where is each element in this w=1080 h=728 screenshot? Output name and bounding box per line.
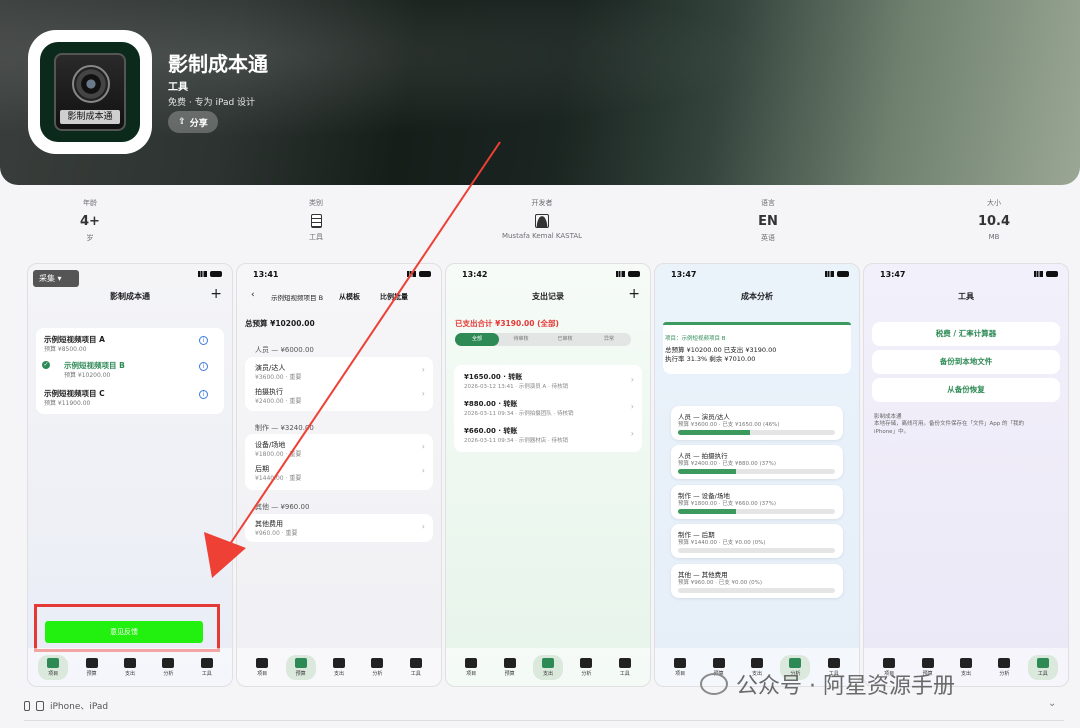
app-icon-text: 影制成本通 [60,110,120,124]
app-title: 影制成本通 [168,52,268,76]
tablet-icon [36,700,44,711]
wechat-icon [700,673,728,695]
share-button[interactable]: ⇪ 分享 [168,111,218,133]
divider [24,720,1064,721]
chevron-down-icon[interactable]: ⌄ [1048,698,1056,709]
watermark: 公众号 · 阿星资源手册 [700,668,955,700]
app-subtitle: 免费 · 专为 iPad 设计 [168,98,256,108]
app-category[interactable]: 工具 [168,78,188,93]
app-icon: 影制成本通 [28,30,152,154]
camera-lens-icon [72,65,110,103]
annotation-arrow [204,141,501,578]
phone-icon [24,700,30,711]
share-label: 分享 [189,118,208,129]
share-icon: ⇪ [178,117,186,127]
device-support: iPhone、iPad [24,699,108,712]
